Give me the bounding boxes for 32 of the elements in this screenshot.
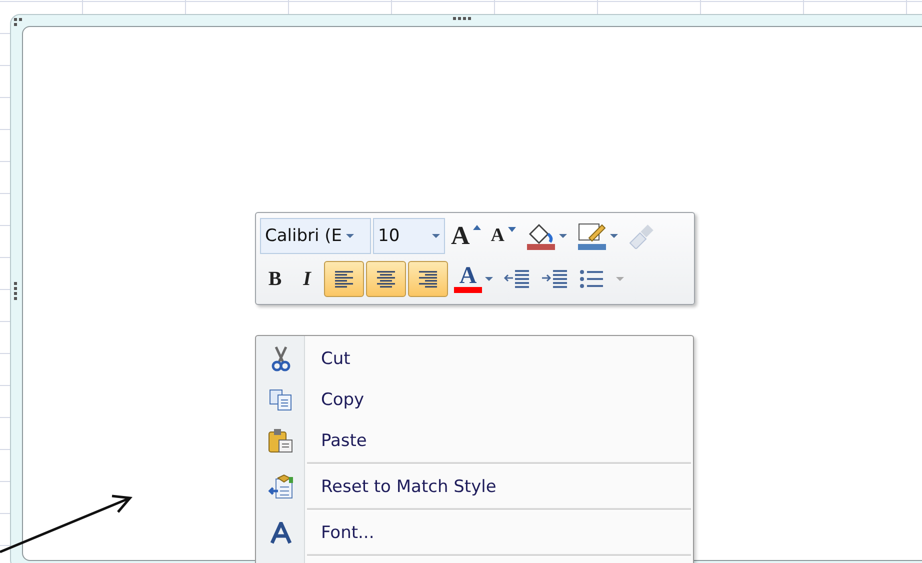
menu-item[interactable]: Paste	[321, 430, 367, 450]
bullet-list-icon	[579, 268, 605, 290]
font-size-field[interactable]: 10	[373, 218, 445, 254]
brush-icon	[628, 223, 656, 249]
align-right-icon	[416, 269, 440, 289]
reset-style-icon	[268, 474, 294, 500]
menu-item[interactable]: Copy	[321, 390, 364, 410]
down-triangle-icon	[508, 227, 516, 232]
shrink-font-button[interactable]: A	[486, 218, 520, 254]
decrease-indent-icon	[503, 268, 531, 290]
resize-handle[interactable]	[453, 17, 471, 20]
align-right-button[interactable]	[408, 261, 448, 297]
menu-item[interactable]: Cut	[321, 348, 350, 368]
bold-button[interactable]: B	[260, 261, 290, 297]
up-triangle-icon	[472, 225, 481, 230]
scissors-icon	[271, 346, 291, 372]
align-left-button[interactable]	[324, 261, 364, 297]
resize-handle[interactable]	[14, 18, 22, 26]
align-center-button[interactable]	[366, 261, 406, 297]
menu-item[interactable]: Reset to Match Style	[321, 476, 496, 496]
copy-icon	[269, 388, 293, 410]
clipboard-icon	[268, 428, 294, 454]
menu-item[interactable]: Font...	[321, 522, 374, 542]
resize-handle[interactable]	[14, 282, 17, 300]
grow-font-button[interactable]: A	[447, 218, 485, 254]
font-name-field[interactable]: Calibri (E	[260, 218, 371, 254]
italic-button[interactable]: I	[292, 261, 322, 297]
align-left-icon	[332, 269, 356, 289]
increase-indent-icon	[541, 268, 569, 290]
align-center-icon	[374, 269, 398, 289]
font-icon	[270, 522, 292, 544]
font-color-button[interactable]: A	[450, 261, 497, 297]
